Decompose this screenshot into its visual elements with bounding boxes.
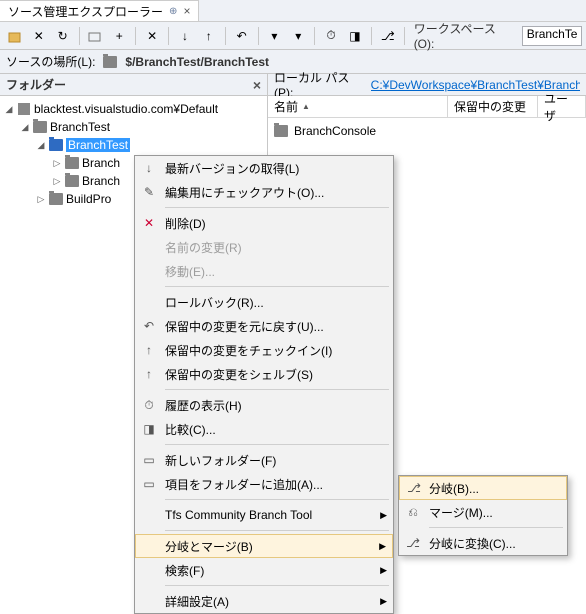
ctx-compare[interactable]: ◨比較(C)...: [135, 417, 393, 441]
folder-icon: [49, 139, 63, 151]
add-items-button[interactable]: [4, 25, 26, 47]
ctx-new-folder[interactable]: ▭新しいフォルダー(F): [135, 448, 393, 472]
ctx-delete[interactable]: ✕削除(D): [135, 211, 393, 235]
new-folder-button[interactable]: [85, 25, 107, 47]
expander-icon[interactable]: ◢: [20, 122, 30, 133]
ctx-sub-convert[interactable]: ⎇分岐に変換(C)...: [399, 531, 567, 555]
column-pending[interactable]: 保留中の変更: [448, 96, 538, 117]
pin-icon[interactable]: ⊕: [169, 6, 177, 17]
context-menu: ↓最新バージョンの取得(L) ✎編集用にチェックアウト(O)... ✕削除(D)…: [134, 155, 394, 614]
merge-icon: ⎌: [405, 505, 421, 520]
undo-icon: ↶: [141, 319, 157, 333]
folder-icon: [103, 56, 117, 68]
history-button[interactable]: ⏱: [320, 25, 342, 47]
reconcile-button[interactable]: ↻: [52, 25, 74, 47]
expander-icon[interactable]: ▷: [36, 194, 46, 205]
ctx-shelve[interactable]: ↑保留中の変更をシェルブ(S): [135, 362, 393, 386]
tree-item[interactable]: ◢ BranchTest: [2, 118, 265, 136]
workspace-label: ワークスペース(O):: [410, 20, 516, 51]
delete-button[interactable]: ✕: [141, 25, 163, 47]
ctx-sub-merge[interactable]: ⎌マージ(M)...: [399, 500, 567, 524]
expander-icon[interactable]: ◢: [4, 104, 14, 115]
tree-item-selected[interactable]: ◢ BranchTest: [2, 136, 265, 154]
ctx-history[interactable]: ⏱履歴の表示(H): [135, 393, 393, 417]
branch-button[interactable]: ⎇: [377, 25, 399, 47]
close-icon[interactable]: ×: [183, 4, 190, 18]
chevron-right-icon: ▶: [380, 510, 387, 521]
ctx-rollback[interactable]: ロールバック(R)...: [135, 290, 393, 314]
unshelve-button[interactable]: ▾: [287, 25, 309, 47]
folder-icon: [274, 125, 288, 137]
expander-icon[interactable]: ▷: [52, 158, 62, 169]
new-folder-icon: ▭: [141, 453, 157, 467]
chevron-right-icon: ▶: [380, 596, 387, 607]
folder-icon: [65, 157, 79, 169]
column-name[interactable]: 名前 ▲: [268, 96, 448, 117]
ctx-undo[interactable]: ↶保留中の変更を元に戻す(U)...: [135, 314, 393, 338]
shelve-button[interactable]: ▾: [264, 25, 286, 47]
source-location-value: $/BranchTest/BranchTest: [125, 55, 269, 69]
folder-icon: [49, 193, 63, 205]
tab-strip: ソース管理エクスプローラー ⊕ ×: [0, 0, 586, 22]
ctx-add-items[interactable]: ▭項目をフォルダーに追加(A)...: [135, 472, 393, 496]
server-icon: [17, 102, 31, 116]
folder-icon: [33, 121, 47, 133]
get-latest-icon: ↓: [141, 161, 157, 175]
compare-icon: ◨: [141, 422, 157, 436]
history-icon: ⏱: [141, 398, 157, 413]
ctx-checkout[interactable]: ✎編集用にチェックアウト(O)...: [135, 180, 393, 204]
undo-button[interactable]: ↶: [231, 25, 253, 47]
add-items-icon: ▭: [141, 477, 157, 491]
context-submenu-branch: ⎇分岐(B)... ⎌マージ(M)... ⎇分岐に変換(C)...: [398, 475, 568, 556]
sort-asc-icon: ▲: [302, 102, 310, 111]
checkout-icon: ✎: [141, 185, 157, 199]
ctx-rename: 名前の変更(R): [135, 235, 393, 259]
ctx-search[interactable]: 検索(F)▶: [135, 558, 393, 582]
branch-icon: ⎇: [406, 481, 422, 495]
ctx-branch-merge[interactable]: 分岐とマージ(B)▶: [135, 534, 393, 558]
ctx-move: 移動(E)...: [135, 259, 393, 283]
chevron-right-icon: ▶: [380, 565, 387, 576]
add-file-button[interactable]: +: [108, 25, 130, 47]
source-location-label: ソースの場所(L):: [6, 53, 95, 70]
list-item[interactable]: BranchConsole: [274, 122, 580, 140]
shelve-icon: ↑: [141, 367, 157, 381]
chevron-right-icon: ▶: [379, 541, 386, 552]
close-icon[interactable]: ×: [253, 77, 261, 93]
expander-icon[interactable]: ◢: [36, 140, 46, 151]
tab-title: ソース管理エクスプローラー: [8, 3, 163, 20]
tab-source-control-explorer[interactable]: ソース管理エクスプローラー ⊕ ×: [0, 0, 199, 21]
tree-root[interactable]: ◢ blacktest.visualstudio.com¥Default: [2, 100, 265, 118]
ctx-tfs-tool[interactable]: Tfs Community Branch Tool▶: [135, 503, 393, 527]
expander-icon[interactable]: ▷: [52, 176, 62, 187]
list-header: 名前 ▲ 保留中の変更 ユーザ: [268, 96, 586, 118]
ctx-advanced[interactable]: 詳細設定(A)▶: [135, 589, 393, 613]
folders-panel-title: フォルダー: [6, 76, 66, 93]
ctx-checkin[interactable]: ↑保留中の変更をチェックイン(I): [135, 338, 393, 362]
convert-branch-icon: ⎇: [405, 536, 421, 550]
checkin-button[interactable]: ↑: [198, 25, 220, 47]
get-latest-button[interactable]: ↓: [174, 25, 196, 47]
folder-icon: [65, 175, 79, 187]
ctx-get-latest[interactable]: ↓最新バージョンの取得(L): [135, 156, 393, 180]
workspace-select[interactable]: BranchTe: [522, 26, 582, 46]
toolbar: ✕ ↻ + ✕ ↓ ↑ ↶ ▾ ▾ ⏱ ◨ ⎇ ワークスペース(O): Bran…: [0, 22, 586, 50]
compare-button[interactable]: ◨: [344, 25, 366, 47]
ctx-sub-branch[interactable]: ⎇分岐(B)...: [399, 476, 567, 500]
delete-icon: ✕: [141, 216, 157, 230]
column-user[interactable]: ユーザ: [538, 96, 586, 117]
refresh-button[interactable]: ✕: [28, 25, 50, 47]
checkin-icon: ↑: [141, 343, 157, 357]
